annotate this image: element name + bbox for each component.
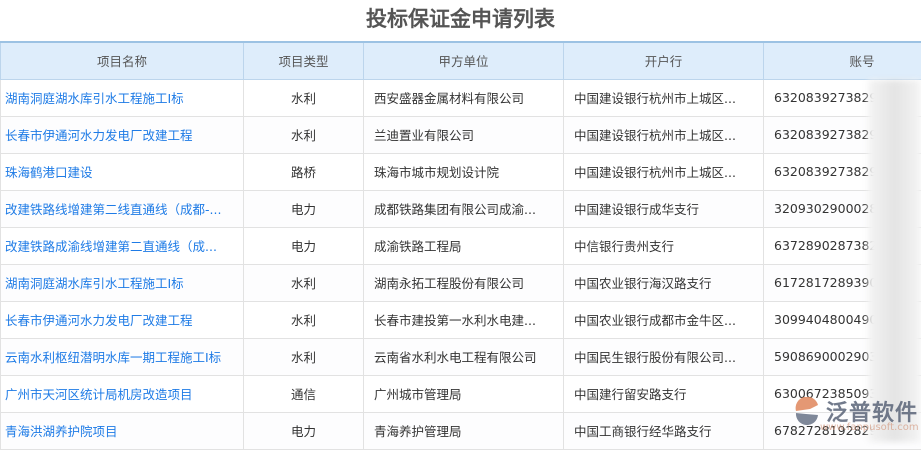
bid-deposit-table: 项目名称项目类型甲方单位开户行账号 湖南洞庭湖水库引水工程施工I标水利西安盛器金…: [0, 41, 921, 450]
table-row[interactable]: 长春市伊通河水力发电厂改建工程水利长春市建投第一水利水电建...中国农业银行成都…: [1, 301, 921, 338]
project-type: 路桥: [244, 153, 364, 190]
client-unit: 湖南永拓工程股份有限公司: [364, 264, 564, 301]
bank: 中信银行贵州支行: [564, 227, 764, 264]
table-row[interactable]: 长春市伊通河水力发电厂改建工程水利兰迪置业有限公司中国建设银行杭州市上城区...…: [1, 116, 921, 153]
project-type: 电力: [244, 412, 364, 449]
table-row[interactable]: 珠海鹤港口建设路桥珠海市城市规划设计院中国建设银行杭州市上城区...632083…: [1, 153, 921, 190]
client-unit: 兰迪置业有限公司: [364, 116, 564, 153]
project-name-link[interactable]: 云南水利枢纽潜明水库一期工程施工I标: [1, 338, 244, 375]
bank: 中国民生银行股份有限公司...: [564, 338, 764, 375]
project-name-link[interactable]: 湖南洞庭湖水库引水工程施工I标: [1, 264, 244, 301]
project-type: 电力: [244, 190, 364, 227]
project-type: 水利: [244, 116, 364, 153]
project-type: 电力: [244, 227, 364, 264]
client-unit: 广州城市管理局: [364, 375, 564, 412]
client-unit: 云南省水利水电工程有限公司: [364, 338, 564, 375]
column-header[interactable]: 开户行: [564, 42, 764, 79]
project-type: 水利: [244, 79, 364, 116]
client-unit: 珠海市城市规划设计院: [364, 153, 564, 190]
bank: 中国农业银行成都市金牛区...: [564, 301, 764, 338]
table-row[interactable]: 改建铁路线增建第二线直通线（成都-...电力成都铁路集团有限公司成渝...中国建…: [1, 190, 921, 227]
bank: 中国建设银行杭州市上城区...: [564, 79, 764, 116]
table-row[interactable]: 青海洪湖养护院项目电力青海养护管理局中国工商银行经华路支行67827281928…: [1, 412, 921, 449]
redacted-account-mask: [868, 80, 921, 442]
column-header[interactable]: 账号: [764, 42, 921, 79]
bank: 中国建设银行杭州市上城区...: [564, 116, 764, 153]
table-row[interactable]: 云南水利枢纽潜明水库一期工程施工I标水利云南省水利水电工程有限公司中国民生银行股…: [1, 338, 921, 375]
table-row[interactable]: 湖南洞庭湖水库引水工程施工I标水利湖南永拓工程股份有限公司中国农业银行海汉路支行…: [1, 264, 921, 301]
table-row[interactable]: 改建铁路成渝线增建第二直通线（成...电力成渝铁路工程局中信银行贵州支行6372…: [1, 227, 921, 264]
bank: 中国工商银行经华路支行: [564, 412, 764, 449]
project-name-link[interactable]: 长春市伊通河水力发电厂改建工程: [1, 301, 244, 338]
brand-logo-icon: [792, 397, 822, 425]
client-unit: 长春市建投第一水利水电建...: [364, 301, 564, 338]
table-row[interactable]: 湖南洞庭湖水库引水工程施工I标水利西安盛器金属材料有限公司中国建设银行杭州市上城…: [1, 79, 921, 116]
project-name-link[interactable]: 长春市伊通河水力发电厂改建工程: [1, 116, 244, 153]
project-name-link[interactable]: 广州市天河区统计局机房改造项目: [1, 375, 244, 412]
project-type: 水利: [244, 264, 364, 301]
project-name-link[interactable]: 湖南洞庭湖水库引水工程施工I标: [1, 79, 244, 116]
project-type: 水利: [244, 301, 364, 338]
client-unit: 成渝铁路工程局: [364, 227, 564, 264]
client-unit: 成都铁路集团有限公司成渝...: [364, 190, 564, 227]
bank: 中国建设银行成华支行: [564, 190, 764, 227]
table-row[interactable]: 广州市天河区统计局机房改造项目通信广州城市管理局中国建行留安路支行6300672…: [1, 375, 921, 412]
project-name-link[interactable]: 珠海鹤港口建设: [1, 153, 244, 190]
project-name-link[interactable]: 改建铁路成渝线增建第二直通线（成...: [1, 227, 244, 264]
project-type: 水利: [244, 338, 364, 375]
page-title: 投标保证金申请列表: [0, 4, 921, 34]
client-unit: 青海养护管理局: [364, 412, 564, 449]
bank: 中国建设银行杭州市上城区...: [564, 153, 764, 190]
project-type: 通信: [244, 375, 364, 412]
bank: 中国农业银行海汉路支行: [564, 264, 764, 301]
client-unit: 西安盛器金属材料有限公司: [364, 79, 564, 116]
column-header[interactable]: 甲方单位: [364, 42, 564, 79]
watermark-url: www.fanpusoft.com: [820, 422, 919, 433]
bank: 中国建行留安路支行: [564, 375, 764, 412]
project-name-link[interactable]: 改建铁路线增建第二线直通线（成都-...: [1, 190, 244, 227]
column-header[interactable]: 项目类型: [244, 42, 364, 79]
project-name-link[interactable]: 青海洪湖养护院项目: [1, 412, 244, 449]
column-header[interactable]: 项目名称: [1, 42, 244, 79]
table-header: 项目名称项目类型甲方单位开户行账号: [1, 42, 921, 79]
